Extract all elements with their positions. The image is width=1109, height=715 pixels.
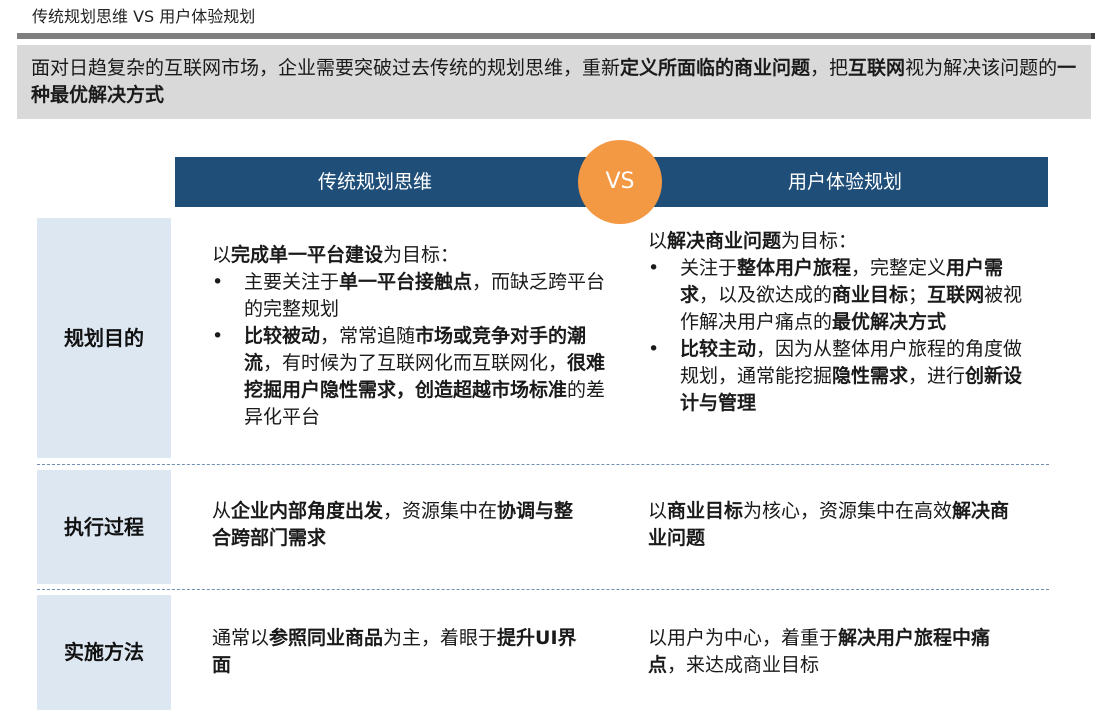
goal-traditional-lead: 以完成单一平台建设为目标： [212,242,616,269]
method-ux: 以用户为中心，着重于解决用户旅程中痛点，来达成商业目标 [648,625,1023,679]
text-run: 为核心，资源集中在高效 [743,500,953,522]
bullet-dot: • [648,338,660,360]
text-run: 以 [648,230,668,252]
emphasis-text: 比较被动 [244,325,321,347]
list-item: • 比较被动，常常追随市场或竞争对手的潮流，有时候为了互联网化而互联网化，很难挖… [212,323,616,431]
emphasis-text: 整体用户旅程 [737,257,852,279]
emphasis-text: 参照同业商品 [269,627,384,649]
emphasis-text: 解决商业问题 [667,230,782,252]
text-run: 为目标： [383,244,460,266]
execution-traditional: 从企业内部角度出发，资源集中在协调与整合跨部门需求 [212,498,587,552]
list-item-text: 比较被动，常常追随市场或竞争对手的潮流，有时候为了互联网化而互联网化，很难挖掘用… [244,325,605,428]
emphasis-text: 完成单一平台建设 [231,244,384,266]
goal-ux-lead: 以解决商业问题为目标： [648,228,1038,255]
title-rule-end [1091,33,1095,39]
row-label-method: 实施方法 [37,595,171,710]
text-run: ； [908,284,928,306]
page-title: 传统规划思维 VS 用户体验规划 [32,7,256,26]
row-divider [37,589,1049,590]
goal-ux-list: • 关注于整体用户旅程，完整定义用户需求，以及欲达成的商业目标；互联网被视作解决… [648,255,1038,417]
text-run: 以用户为中心，着重于 [648,627,839,649]
list-item-text: 比较主动，因为从整体用户旅程的角度做规划，通常能挖掘隐性需求，进行创新设计与管理 [680,338,1022,414]
bullet-dot: • [212,271,224,293]
emphasis-text: 商业目标 [667,500,744,522]
text-run: ，完整定义 [851,257,947,279]
text-run: 面对日趋复杂的互联网市场，企业需要突破过去传统的规划思维，重新 [31,57,621,79]
text-run: 主要关注于 [244,271,340,293]
text-run: 视为解决该问题的 [905,57,1058,79]
text-run: 为主，着眼于 [383,627,498,649]
text-run: ，进行 [908,365,966,387]
text-run: 为目标： [781,230,858,252]
text-run: 通常以 [212,627,270,649]
execution-ux: 以商业目标为核心，资源集中在高效解决商业问题 [648,498,1023,552]
emphasis-text: 单一平台接触点 [339,271,473,293]
list-item: • 关注于整体用户旅程，完整定义用户需求，以及欲达成的商业目标；互联网被视作解决… [648,255,1038,336]
list-item-text: 主要关注于单一平台接触点，而缺乏跨平台的完整规划 [244,271,605,320]
title-rule [17,33,1091,39]
bullet-dot: • [212,325,224,347]
goal-ux: 以解决商业问题为目标： • 关注于整体用户旅程，完整定义用户需求，以及欲达成的商… [648,228,1038,417]
list-item-text: 关注于整体用户旅程，完整定义用户需求，以及欲达成的商业目标；互联网被视作解决用户… [680,257,1022,333]
row-label-execution: 执行过程 [37,470,171,584]
text-run: 从 [212,500,232,522]
text-run: 以 [212,244,232,266]
text-run: ，以及欲达成的 [699,284,833,306]
intro-statement: 面对日趋复杂的互联网市场，企业需要突破过去传统的规划思维，重新定义所面临的商业问… [17,45,1091,119]
text-run: ，把 [810,57,849,79]
emphasis-text: 比较主动 [680,338,757,360]
emphasis-text: 定义所面临的商业问题 [620,57,811,79]
text-run: ，资源集中在 [383,500,498,522]
row-divider [37,464,1049,465]
list-item: • 比较主动，因为从整体用户旅程的角度做规划，通常能挖掘隐性需求，进行创新设计与… [648,336,1038,417]
text-run: ，常常追随 [320,325,416,347]
text-run: ，有时候为了互联网化而互联网化， [263,352,568,374]
emphasis-text: 最优解决方式 [832,311,947,333]
goal-traditional: 以完成单一平台建设为目标： • 主要关注于单一平台接触点，而缺乏跨平台的完整规划… [212,242,616,431]
goal-traditional-list: • 主要关注于单一平台接触点，而缺乏跨平台的完整规划 • 比较被动，常常追随市场… [212,269,616,431]
text-run: 以 [648,500,668,522]
header-traditional: 传统规划思维 [317,171,432,193]
emphasis-text: 隐性需求 [832,365,909,387]
emphasis-text: 商业目标 [832,284,909,306]
list-item: • 主要关注于单一平台接触点，而缺乏跨平台的完整规划 [212,269,616,323]
vs-badge: VS [578,140,662,224]
emphasis-text: 互联网 [848,57,906,79]
emphasis-text: 互联网 [927,284,985,306]
row-label-goal: 规划目的 [37,218,171,458]
text-run: 关注于 [680,257,738,279]
header-ux: 用户体验规划 [787,171,902,193]
emphasis-text: 企业内部角度出发 [231,500,384,522]
bullet-dot: • [648,257,660,279]
text-run: ，来达成商业目标 [667,654,820,676]
method-traditional: 通常以参照同业商品为主，着眼于提升UI界面 [212,625,587,679]
